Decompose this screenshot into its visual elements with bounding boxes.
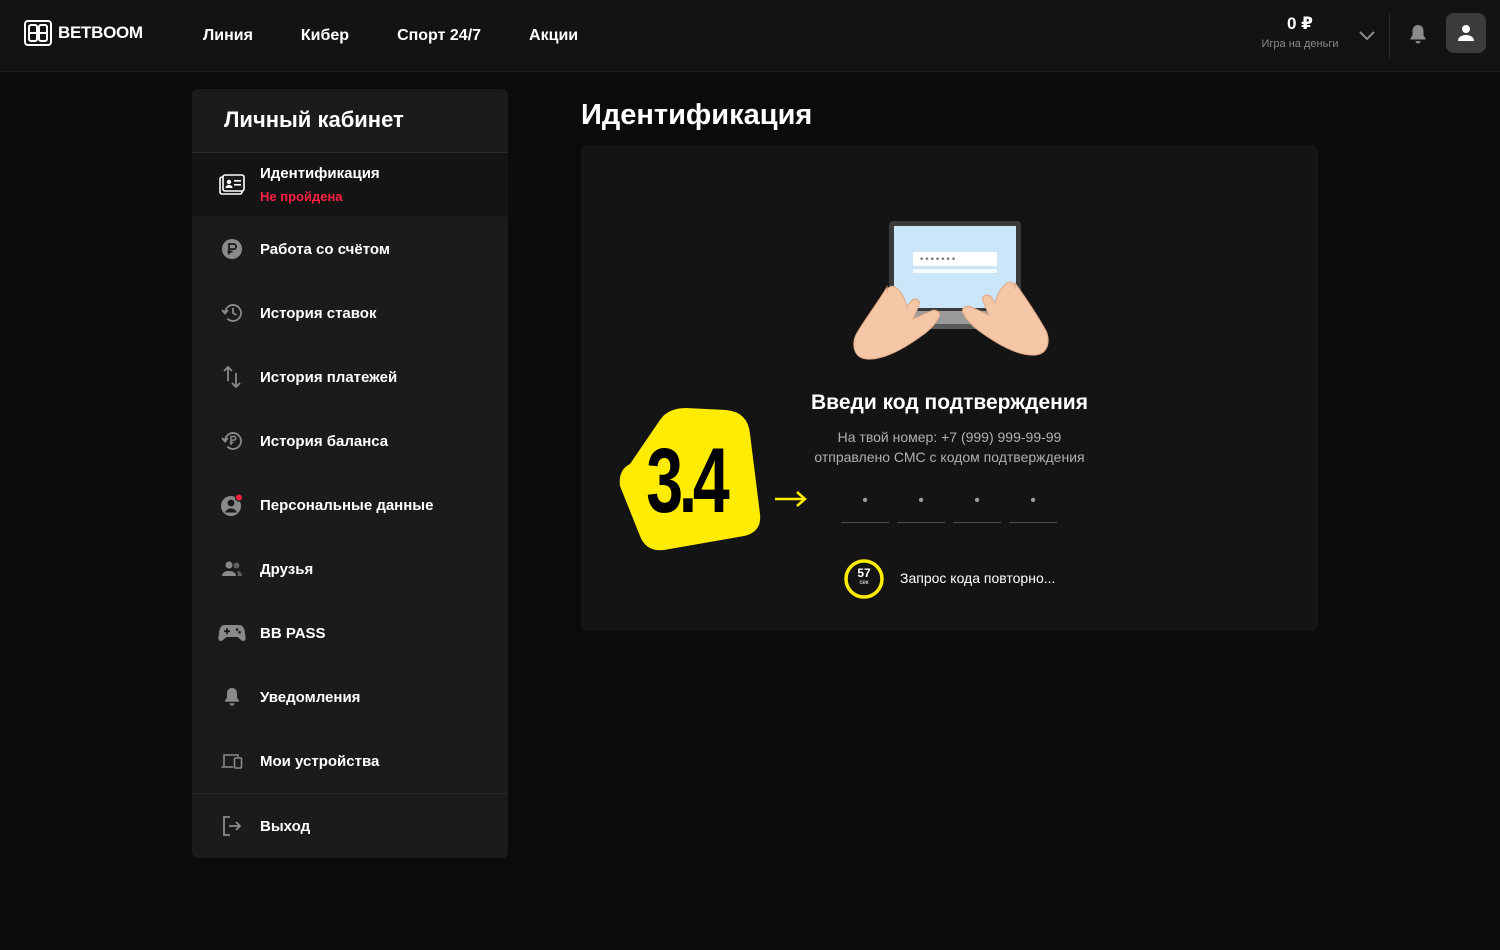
sidebar-item-label: Выход xyxy=(260,817,311,835)
verification-card: ••••••• Введи код подтверждения На твой … xyxy=(581,145,1318,631)
transfer-arrows-icon xyxy=(218,363,246,391)
sidebar-title: Личный кабинет xyxy=(224,107,404,132)
sidebar-item-notifications[interactable]: Уведомления xyxy=(192,665,508,729)
resend-timer: 57 сек xyxy=(843,558,885,600)
balance-amount: 0 ₽ xyxy=(1286,14,1313,33)
gamepad-icon xyxy=(218,619,246,647)
brand-logo[interactable]: BETBOOM xyxy=(24,20,143,46)
sidebar-item-label: История платежей xyxy=(260,368,398,386)
user-circle-icon xyxy=(218,491,246,519)
top-header: BETBOOM Линия Кибер Спорт 24/7 Акции 0 ₽… xyxy=(0,0,1500,72)
sidebar-item-label: История баланса xyxy=(260,432,389,450)
code-digit-4[interactable]: • xyxy=(1009,479,1057,523)
sidebar-item-label: Мои устройства xyxy=(260,752,380,770)
sidebar-item-balance-history[interactable]: История баланса xyxy=(192,409,508,473)
sidebar-item-label: Работа со счётом xyxy=(260,240,390,258)
bell-icon[interactable] xyxy=(1406,22,1430,46)
brand-name: BETBOOM xyxy=(58,23,143,42)
sidebar-item-label: Уведомления xyxy=(260,688,361,706)
id-card-icon xyxy=(218,171,246,199)
user-icon xyxy=(1458,25,1474,41)
sidebar-item-account-operations[interactable]: Работа со счётом xyxy=(192,217,508,281)
timer-unit: сек xyxy=(859,580,869,586)
laptop-hands-illustration: ••••••• xyxy=(853,221,1049,360)
arrow-right-icon xyxy=(775,491,807,507)
nav-item-cyber[interactable]: Кибер xyxy=(301,27,349,45)
sidebar-item-label: Друзья xyxy=(260,560,314,578)
resend-code-text: Запрос кода повторно... xyxy=(900,570,1056,586)
sidebar-item-bb-pass[interactable]: BB PASS xyxy=(192,601,508,665)
profile-avatar-button[interactable] xyxy=(1446,13,1486,53)
ruble-coin-icon xyxy=(218,235,246,263)
code-digit-3[interactable]: • xyxy=(953,479,1001,523)
code-digit-1[interactable]: • xyxy=(841,479,889,523)
main-nav: Линия Кибер Спорт 24/7 Акции xyxy=(203,0,626,72)
balance-widget[interactable]: 0 ₽ Игра на деньги xyxy=(1250,14,1350,50)
step-number: 3.4 xyxy=(646,429,729,532)
sidebar-item-label: Идентификация xyxy=(260,165,380,182)
sidebar-item-bet-history[interactable]: История ставок xyxy=(192,281,508,345)
code-digit-2[interactable]: • xyxy=(897,479,945,523)
sidebar-item-identification[interactable]: Идентификация Не пройдена xyxy=(192,153,508,217)
sidebar-item-label: История ставок xyxy=(260,304,377,322)
sms-code-input[interactable]: • • • • xyxy=(841,479,1061,525)
nav-item-line[interactable]: Линия xyxy=(203,27,253,45)
nav-item-sport-24-7[interactable]: Спорт 24/7 xyxy=(397,27,481,45)
bell-icon xyxy=(218,683,246,711)
sidebar-item-label: BB PASS xyxy=(260,624,326,642)
history-icon xyxy=(218,299,246,327)
sidebar-item-logout[interactable]: Выход xyxy=(192,794,508,858)
logout-icon xyxy=(218,812,246,840)
sidebar-item-friends[interactable]: Друзья xyxy=(192,537,508,601)
devices-icon xyxy=(218,747,246,775)
friends-icon xyxy=(218,555,246,583)
sidebar-item-personal-data[interactable]: Персональные данные xyxy=(192,473,508,537)
svg-text:•••••••: ••••••• xyxy=(919,255,956,265)
timer-value: 57 xyxy=(857,566,871,580)
account-sidebar: Личный кабинет Идентификация Не пройдена… xyxy=(192,89,508,858)
sidebar-item-payment-history[interactable]: История платежей xyxy=(192,345,508,409)
nav-item-promotions[interactable]: Акции xyxy=(529,27,578,45)
chevron-down-icon[interactable] xyxy=(1356,24,1378,46)
balance-caption: Игра на деньги xyxy=(1261,38,1339,50)
betboom-logo-icon xyxy=(24,20,52,46)
sidebar-item-label: Персональные данные xyxy=(260,496,434,514)
header-divider xyxy=(1389,14,1390,58)
balance-history-icon xyxy=(218,427,246,455)
page-title: Идентификация xyxy=(581,99,813,131)
sidebar-item-my-devices[interactable]: Мои устройства xyxy=(192,729,508,793)
step-badge: 3.4 xyxy=(610,406,766,556)
identification-status: Не пройдена xyxy=(260,189,343,204)
